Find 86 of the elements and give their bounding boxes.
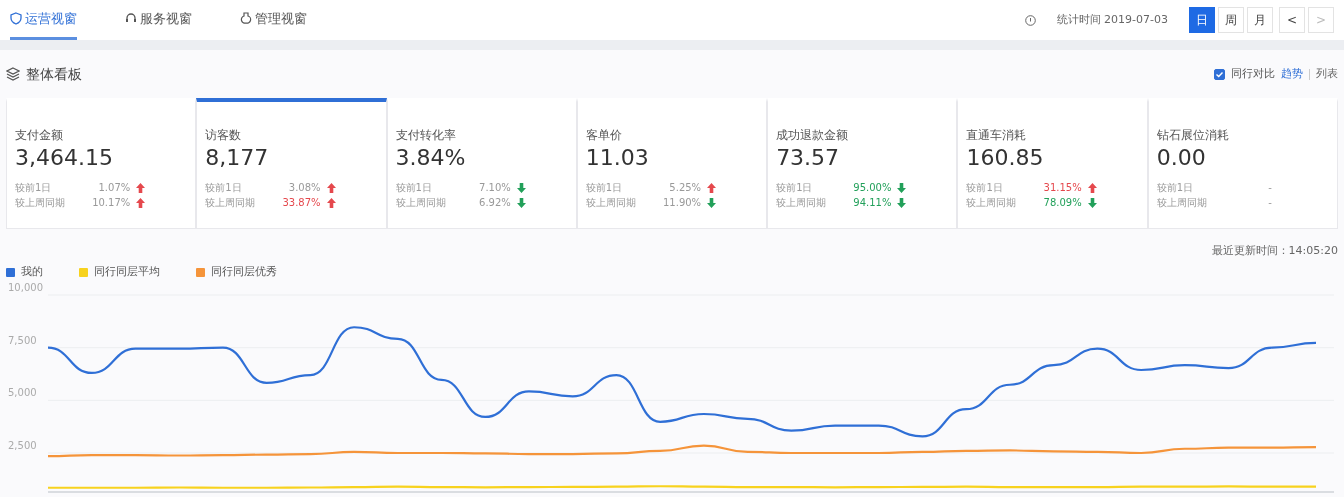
- metric-card[interactable]: 钻石展位消耗 0.00 较前1日 - 较上周同期 -: [1147, 98, 1338, 230]
- comparison-label: 较上周同期: [15, 196, 65, 211]
- y-axis-label: 2,500: [8, 440, 37, 452]
- metric-card[interactable]: 支付金额 3,464.15 较前1日 1.07% 较上周同期 10.17%: [6, 98, 197, 230]
- period-button[interactable]: 周: [1218, 7, 1244, 33]
- change-value: -: [1268, 196, 1272, 211]
- compare-label: 同行对比: [1231, 65, 1275, 82]
- metric-label: 成功退款金额: [776, 127, 850, 144]
- up-arrow-icon: [326, 182, 336, 193]
- comparison-label: 较上周同期: [585, 196, 636, 211]
- up-arrow-icon: [326, 197, 336, 208]
- down-arrow-icon: [516, 197, 526, 208]
- up-arrow-icon: [707, 182, 717, 193]
- metric-value: 8,177: [205, 146, 270, 171]
- change-value: 5.25%: [669, 181, 702, 196]
- shield-icon: [10, 12, 22, 25]
- metric-card[interactable]: 客单价 11.03 较前1日 5.25% 较上周同期 11.90%: [576, 98, 768, 230]
- metric-value: 160.85: [966, 146, 1045, 171]
- period-button[interactable]: 月: [1247, 7, 1273, 33]
- metric-label: 钻石展位消耗: [1156, 127, 1230, 144]
- comparison-label: 较前1日: [395, 181, 432, 196]
- metric-card[interactable]: 支付转化率 3.84% 较前1日 7.10% 较上周同期 6.92%: [386, 98, 577, 230]
- comparison-label: 较上周同期: [776, 196, 827, 211]
- comparison-label: 较上周同期: [205, 196, 256, 211]
- down-arrow-icon: [897, 182, 907, 193]
- comparison-label: 较上周同期: [395, 196, 446, 211]
- legend-item[interactable]: 我的: [6, 263, 43, 281]
- stat-time: 统计时间 2019-07-03: [1056, 11, 1168, 28]
- comparison-label: 较前1日: [205, 181, 242, 196]
- tab[interactable]: 服务视窗: [125, 0, 192, 40]
- up-arrow-icon: [1087, 182, 1097, 193]
- info-icon: [1024, 14, 1036, 26]
- metric-card[interactable]: 成功退款金额 73.57 较前1日 95.00% 较上周同期 94.11%: [767, 98, 958, 230]
- view-link[interactable]: 趋势: [1281, 65, 1303, 83]
- metric-card[interactable]: 直通车消耗 160.85 较前1日 31.15% 较上周同期 78.09%: [957, 98, 1148, 230]
- metric-value: 3.84%: [395, 146, 467, 171]
- legend-item[interactable]: 同行同层优秀: [196, 263, 277, 281]
- change-value: 78.09%: [1043, 196, 1082, 211]
- metric-value: 11.03: [585, 146, 650, 171]
- layers-icon: [6, 67, 20, 81]
- checkbox[interactable]: [1214, 68, 1225, 80]
- metric-label: 支付转化率: [395, 127, 457, 144]
- change-value: 11.90%: [663, 196, 702, 211]
- comparison-label: 较上周同期: [1156, 196, 1207, 211]
- metric-value: 3,464.15: [15, 146, 114, 171]
- change-value: 94.11%: [853, 196, 892, 211]
- down-arrow-icon: [897, 197, 907, 208]
- update-time: 最近更新时间：14:05:20: [1211, 243, 1338, 260]
- metric-label: 访客数: [205, 127, 243, 144]
- change-value: 10.17%: [92, 196, 131, 211]
- change-value: -: [1268, 181, 1272, 196]
- change-value: 3.08%: [288, 181, 321, 196]
- period-button[interactable]: 日: [1189, 7, 1215, 33]
- down-arrow-icon: [1087, 197, 1097, 208]
- comparison-label: 较前1日: [1156, 181, 1194, 196]
- change-value: 95.00%: [853, 181, 892, 196]
- tab[interactable]: 管理视窗: [240, 0, 307, 40]
- metric-label: 支付金额: [15, 127, 64, 144]
- y-axis-label: 7,500: [8, 334, 37, 346]
- change-value: 33.87%: [282, 196, 321, 211]
- metric-label: 直通车消耗: [966, 127, 1028, 144]
- change-value: 31.15%: [1043, 181, 1082, 196]
- comparison-label: 较上周同期: [966, 196, 1017, 211]
- change-value: 6.92%: [479, 196, 511, 211]
- change-value: 1.07%: [98, 181, 131, 196]
- metric-card[interactable]: 访客数 8,177 较前1日 3.08% 较上周同期 33.87%: [196, 98, 387, 230]
- down-arrow-icon: [707, 197, 717, 208]
- comparison-label: 较前1日: [966, 181, 1003, 196]
- down-arrow-icon: [516, 182, 526, 193]
- board-title: 整体看板: [26, 64, 82, 84]
- bulb-icon: [240, 12, 252, 25]
- change-value: 7.10%: [479, 181, 511, 196]
- up-arrow-icon: [136, 197, 146, 208]
- comparison-label: 较前1日: [585, 181, 623, 196]
- metric-value: 73.57: [776, 146, 841, 171]
- comparison-label: 较前1日: [15, 181, 52, 196]
- view-link[interactable]: 列表: [1316, 65, 1338, 83]
- y-axis-label: 5,000: [8, 387, 37, 399]
- comparison-label: 较前1日: [776, 181, 813, 196]
- metric-label: 客单价: [585, 127, 623, 144]
- previous-button[interactable]: <: [1279, 7, 1305, 33]
- up-arrow-icon: [136, 182, 146, 193]
- metric-value: 0.00: [1156, 146, 1207, 171]
- headset-icon: [125, 12, 137, 25]
- y-axis-label: 10,000: [8, 282, 43, 294]
- legend-item[interactable]: 同行同层平均: [79, 263, 160, 281]
